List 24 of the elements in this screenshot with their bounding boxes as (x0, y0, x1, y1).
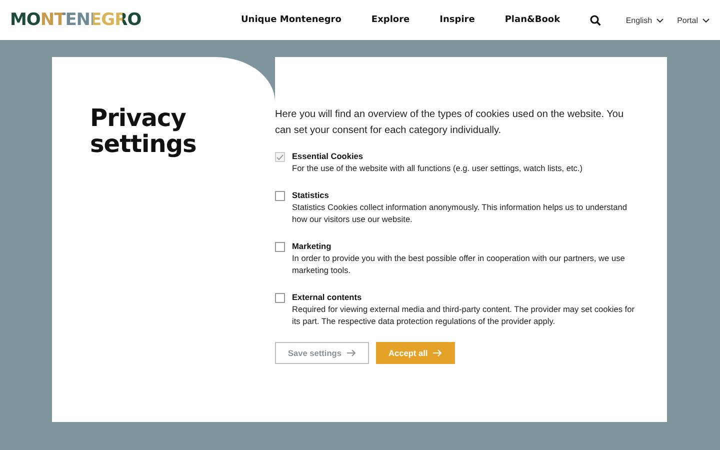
category-name: Statistics (292, 189, 330, 201)
category-description: In order to provide you with the best possible offer in cooperation with our partners, we use marketing tools. (292, 252, 626, 276)
arrow-right-icon (346, 349, 356, 357)
category-description: For the use of the website with all functions (e.g. user settings, watch lists, etc.) (292, 162, 583, 174)
category-name: Marketing (292, 240, 332, 252)
portal-dropdown[interactable]: Portal (677, 16, 710, 24)
nav-link[interactable]: Inspire (440, 15, 475, 25)
checkbox[interactable] (275, 293, 285, 303)
chevron-down-icon (702, 18, 710, 22)
dialog-title: Privacy settings (90, 105, 198, 157)
category-description: Statistics Cookies collect information anonymously. This information helps us to understand how our visitors use our website. (292, 201, 628, 225)
category-description: Required for viewing external media and third-party content. The provider may set cookies for its part. The respective data protection regulations of the provider apply. (292, 303, 636, 327)
nav-link[interactable]: Unique Montenegro (241, 15, 342, 25)
search-icon[interactable] (590, 14, 602, 26)
checkbox[interactable] (275, 191, 285, 201)
category-name: Essential Cookies (292, 150, 364, 162)
language-dropdown[interactable]: English (626, 16, 664, 24)
nav-link[interactable]: Plan&Book (504, 15, 560, 25)
nav-link[interactable]: Explore (371, 15, 410, 25)
intro-text: Here you will find an overview of the types of cookies used on the website. You can set your consent for each category individually. (275, 108, 625, 138)
checkbox[interactable] (275, 242, 285, 252)
category-name: External contents (292, 291, 363, 303)
arrow-right-icon (432, 349, 442, 357)
chevron-down-icon (656, 18, 664, 22)
